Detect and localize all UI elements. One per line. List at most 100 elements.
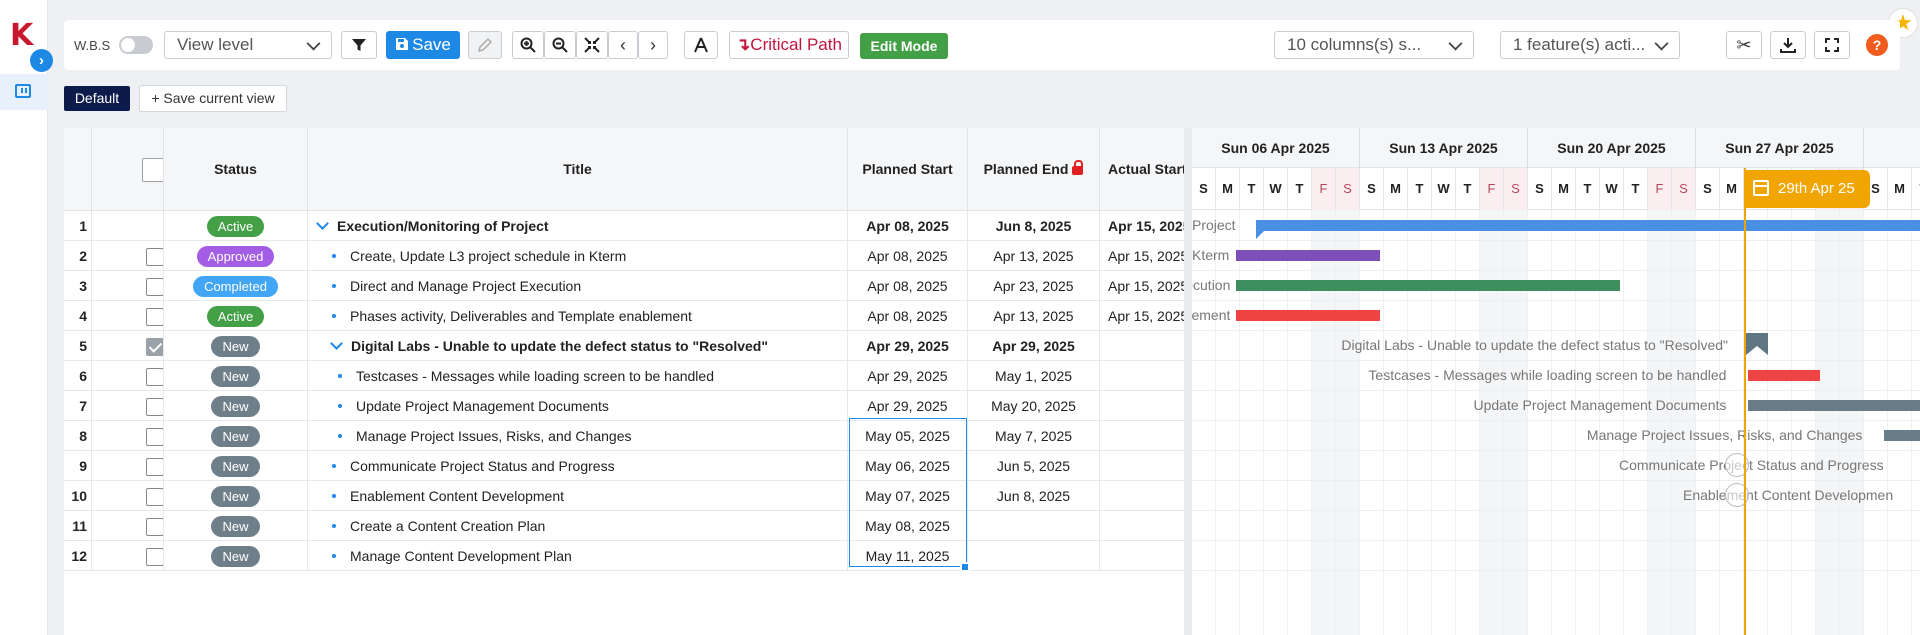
fit-to-screen-button[interactable] [576, 31, 608, 59]
header-actual-start[interactable]: Actual Start [1100, 128, 1184, 211]
row-checkbox[interactable] [146, 458, 163, 476]
planned-end-cell[interactable] [968, 541, 1100, 571]
planned-start-cell[interactable]: Apr 08, 2025 [848, 211, 968, 241]
edit-button[interactable] [468, 31, 502, 59]
wbs-toggle[interactable] [119, 36, 153, 54]
status-cell[interactable]: New [164, 331, 308, 361]
planned-start-cell[interactable]: Apr 29, 2025 [848, 391, 968, 421]
status-cell[interactable]: New [164, 541, 308, 571]
table-row[interactable]: 5 New Digital Labs - Unable to update the … [64, 331, 1184, 361]
header-planned-end[interactable]: Planned End [968, 128, 1100, 211]
planned-end-cell[interactable]: Apr 23, 2025 [968, 271, 1100, 301]
table-row[interactable]: 9 New Communicate Project Status and Progr… [64, 451, 1184, 481]
actual-start-cell[interactable] [1100, 361, 1184, 391]
actual-start-cell[interactable]: Apr 15, 2025 [1100, 271, 1184, 301]
download-button[interactable] [1770, 31, 1806, 59]
title-cell[interactable]: Direct and Manage Project Execution [308, 271, 848, 301]
row-checkbox[interactable] [146, 278, 163, 296]
filter-button[interactable] [341, 31, 377, 59]
title-cell[interactable]: Execution/Monitoring of Project [308, 211, 848, 241]
actual-start-cell[interactable] [1100, 391, 1184, 421]
planned-start-cell[interactable]: Apr 29, 2025 [848, 361, 968, 391]
planned-end-cell[interactable]: Jun 5, 2025 [968, 451, 1100, 481]
row-checkbox[interactable] [146, 308, 163, 326]
planned-end-cell[interactable]: Apr 13, 2025 [968, 241, 1100, 271]
gantt-milestone[interactable] [1746, 333, 1770, 355]
status-cell[interactable]: Completed [164, 271, 308, 301]
planned-end-cell[interactable]: May 20, 2025 [968, 391, 1100, 421]
status-cell[interactable]: New [164, 481, 308, 511]
table-row[interactable]: 12 New Manage Content Development Plan May … [64, 541, 1184, 571]
planned-end-cell[interactable]: Jun 8, 2025 [968, 481, 1100, 511]
planned-start-cell[interactable]: May 07, 2025 [848, 481, 968, 511]
planned-end-cell[interactable]: Jun 8, 2025 [968, 211, 1100, 241]
select-all-checkbox[interactable] [142, 158, 163, 182]
table-row[interactable]: 8 New Manage Project Issues, Risks, and Ch… [64, 421, 1184, 451]
gantt-task-bar[interactable] [1256, 220, 1920, 239]
row-checkbox[interactable] [146, 338, 163, 356]
zoom-out-button[interactable] [544, 31, 576, 59]
scroll-right-button[interactable]: › [638, 31, 668, 59]
table-row[interactable]: 7 New Update Project Management Documents A… [64, 391, 1184, 421]
status-cell[interactable]: New [164, 421, 308, 451]
edit-mode-button[interactable]: Edit Mode [860, 33, 948, 59]
row-checkbox[interactable] [146, 518, 163, 536]
planned-start-cell[interactable]: Apr 08, 2025 [848, 301, 968, 331]
expand-sidebar-button[interactable]: › [30, 49, 53, 72]
planned-end-cell[interactable]: May 7, 2025 [968, 421, 1100, 451]
planned-start-cell[interactable]: Apr 08, 2025 [848, 241, 968, 271]
columns-select[interactable]: 10 columns(s) s... [1274, 31, 1474, 59]
status-cell[interactable]: New [164, 361, 308, 391]
planned-start-cell[interactable]: Apr 08, 2025 [848, 271, 968, 301]
planned-start-cell[interactable]: May 05, 2025 [848, 421, 968, 451]
planned-end-cell[interactable]: May 1, 2025 [968, 361, 1100, 391]
planned-start-cell[interactable]: May 11, 2025 [848, 541, 968, 571]
planned-end-cell[interactable] [968, 511, 1100, 541]
save-button[interactable]: Save [386, 31, 460, 59]
title-cell[interactable]: Update Project Management Documents [308, 391, 848, 421]
features-select[interactable]: 1 feature(s) acti... [1500, 31, 1680, 59]
row-checkbox[interactable] [146, 248, 163, 266]
chevron-down-icon[interactable] [330, 337, 343, 350]
table-row[interactable]: 11 New Create a Content Creation Plan May 0… [64, 511, 1184, 541]
row-checkbox[interactable] [146, 488, 163, 506]
actual-start-cell[interactable] [1100, 511, 1184, 541]
fill-handle[interactable] [960, 562, 970, 572]
table-row[interactable]: 4 Active Phases activity, Deliverables and… [64, 301, 1184, 331]
planned-end-cell[interactable]: Apr 13, 2025 [968, 301, 1100, 331]
table-row[interactable]: 10 New Enablement Content Development May 0… [64, 481, 1184, 511]
header-planned-start[interactable]: Planned Start [848, 128, 968, 211]
gantt-task-bar[interactable] [1748, 370, 1821, 381]
planned-start-cell[interactable]: Apr 29, 2025 [848, 331, 968, 361]
title-cell[interactable]: Create a Content Creation Plan [308, 511, 848, 541]
gantt-task-bar[interactable] [1884, 430, 1920, 441]
planned-start-cell[interactable]: May 06, 2025 [848, 451, 968, 481]
title-cell[interactable]: Create, Update L3 project schedule in Kt… [308, 241, 848, 271]
status-cell[interactable]: Active [164, 211, 308, 241]
gantt-task-bar[interactable] [1236, 250, 1381, 261]
cut-button[interactable]: ✂ [1726, 31, 1762, 59]
view-level-select[interactable]: View level [164, 31, 332, 59]
gantt-task-bar[interactable] [1236, 280, 1621, 291]
header-title[interactable]: Title [308, 128, 848, 211]
table-row[interactable]: 2 Approved Create, Update L3 project sched… [64, 241, 1184, 271]
planned-end-cell[interactable]: Apr 29, 2025 [968, 331, 1100, 361]
gantt-task-bar[interactable] [1748, 400, 1920, 411]
auto-schedule-button[interactable] [684, 31, 718, 59]
pane-splitter[interactable] [1184, 128, 1192, 635]
title-cell[interactable]: Enablement Content Development [308, 481, 848, 511]
row-checkbox[interactable] [146, 548, 163, 566]
scroll-left-button[interactable]: ‹ [608, 31, 638, 59]
actual-start-cell[interactable] [1100, 421, 1184, 451]
critical-path-button[interactable]: ↴Critical Path [729, 31, 849, 59]
title-cell[interactable]: Manage Content Development Plan [308, 541, 848, 571]
actual-start-cell[interactable]: Apr 15, 2025 [1100, 301, 1184, 331]
help-icon[interactable]: ? [1866, 34, 1888, 56]
actual-start-cell[interactable]: Apr 15, 2025 [1100, 241, 1184, 271]
view-default-tab[interactable]: Default [64, 86, 130, 111]
row-checkbox[interactable] [146, 428, 163, 446]
zoom-in-button[interactable] [512, 31, 544, 59]
save-current-view-button[interactable]: + Save current view [139, 85, 287, 112]
actual-start-cell[interactable] [1100, 451, 1184, 481]
row-checkbox[interactable] [146, 368, 163, 386]
